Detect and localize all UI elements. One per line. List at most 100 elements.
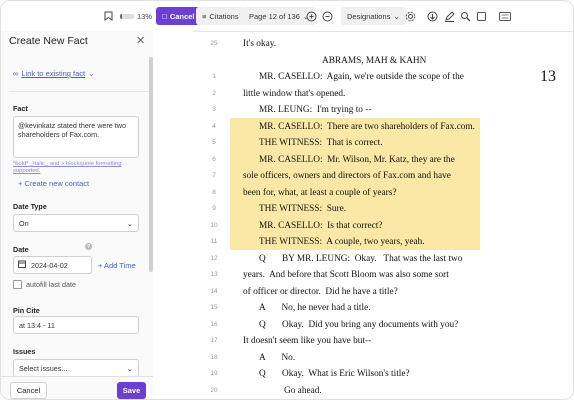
create-contact-link[interactable]: + Create new contact [18, 179, 89, 188]
keyboard-icon[interactable] [497, 8, 513, 24]
search-icon[interactable] [457, 8, 473, 24]
date-type-select[interactable]: On ⌄ [13, 214, 139, 232]
date-input[interactable]: 2024-04-02 [13, 256, 92, 274]
transcript-line[interactable]: Go ahead. [284, 386, 322, 396]
line-number: 18 [210, 353, 218, 361]
transcript-line[interactable]: been for, what, at least a couple of yea… [243, 188, 396, 198]
chevron-down-icon: ⌄ [126, 363, 133, 373]
citations-button[interactable]: ≡ Citations [196, 7, 245, 25]
line-number: 13 [210, 271, 218, 278]
transcript-line[interactable]: MR. CASELLO: Is that correct? [259, 221, 382, 231]
chevron-down-icon: ⌄ [88, 69, 95, 78]
download-icon[interactable] [424, 8, 440, 24]
transcript-line[interactable]: ABRAMS, MAH & KAHN [322, 56, 426, 66]
page-label: Page 12 of 136 [249, 11, 300, 21]
progress-label: 13% [137, 11, 153, 21]
settings-icon[interactable] [402, 8, 418, 24]
date-label: Date [13, 245, 29, 254]
top-toolbar: 13% □ Cancel ≡ Citations Page 12 of 136 … [1, 1, 573, 32]
document-gutter [153, 31, 193, 399]
line-number: 5 [212, 139, 216, 146]
issues-placeholder: Select issues... [19, 363, 68, 373]
line-number: 2 [212, 89, 216, 97]
line-number: 3 [212, 106, 216, 113]
cancel-label: Cancel [169, 11, 195, 21]
line-number: 15 [210, 304, 218, 311]
line-number: 1 [212, 73, 216, 80]
checkbox[interactable] [13, 280, 22, 289]
line-number: 6 [212, 155, 216, 163]
add-time-link[interactable]: + Add Time [98, 261, 136, 270]
line-number: 7 [212, 172, 216, 179]
line-number: 16 [210, 320, 218, 328]
link-existing-fact[interactable]: ∞ Link to existing fact ⌄ [13, 69, 94, 78]
panel-title: Create New Fact [9, 35, 88, 47]
line-number: 25 [210, 40, 218, 47]
help-icon[interactable]: ? [85, 243, 92, 250]
fact-textarea[interactable]: @kevinkatz stated there were two shareho… [13, 116, 139, 158]
transcript-line[interactable]: THE WITNESS: A couple, two years, yeah. [259, 237, 425, 247]
app-frame: 13% □ Cancel ≡ Citations Page 12 of 136 … [0, 0, 574, 400]
line-number: 10 [210, 221, 218, 229]
bookmark-icon[interactable] [100, 8, 116, 24]
transcript-line[interactable]: A No. [259, 353, 295, 363]
designations-label: Designations [347, 11, 391, 21]
calendar-icon [18, 260, 26, 270]
transcript-line[interactable]: THE WITNESS: That is correct. [259, 138, 383, 148]
transcript-line[interactable]: years. And before that Scott Bloom was a… [243, 270, 449, 280]
transcript-line[interactable]: It doesn't seem like you have but-- [243, 336, 371, 346]
citations-label: Citations [209, 11, 239, 21]
zoom-out-icon[interactable] [319, 8, 335, 24]
progress-indicator: 13% [120, 7, 152, 25]
zoom-in-icon[interactable] [303, 8, 319, 24]
create-fact-panel: Create New Fact ✕ ∞ Link to existing fac… [1, 31, 154, 399]
transcript-line[interactable]: Q BY MR. LEUNG: Okay. That was the last … [259, 254, 462, 264]
line-number: 12 [210, 254, 218, 262]
close-icon[interactable]: ✕ [136, 34, 145, 47]
cancel-designation-button[interactable]: □ Cancel [156, 7, 201, 25]
pin-cite-value: at 13:4 - 11 [19, 320, 55, 330]
date-type-value: On [19, 218, 29, 228]
transcript-line[interactable]: MR. CASELLO: There are two shareholders … [259, 122, 475, 132]
save-button[interactable]: Save [117, 382, 146, 399]
line-number: 20 [210, 386, 218, 394]
line-number: 4 [212, 122, 216, 130]
transcript-line[interactable]: MR. LEUNG: I'm trying to -- [259, 105, 371, 115]
autofill-checkbox[interactable]: autofill last date [13, 280, 76, 289]
issues-select[interactable]: Select issues... ⌄ [13, 359, 139, 377]
chevron-down-icon: ⌄ [393, 11, 400, 21]
pen-icon[interactable] [441, 8, 457, 24]
line-number: 19 [210, 370, 218, 377]
pin-cite-label: Pin Cite [13, 306, 40, 315]
designations-dropdown[interactable]: Designations ⌄ [341, 7, 406, 25]
progress-bar-fill [120, 13, 122, 19]
transcript-line[interactable]: It's okay. [243, 39, 276, 49]
chevron-down-icon: ⌄ [126, 218, 133, 228]
progress-bar [120, 13, 134, 19]
date-type-label: Date Type [13, 202, 47, 211]
date-value: 2024-04-02 [31, 260, 68, 270]
transcript-line[interactable]: Q Okay. What is Eric Wilson's title? [259, 369, 410, 379]
pin-cite-input[interactable]: at 13:4 - 11 [13, 316, 139, 334]
fact-label: Fact [13, 104, 28, 113]
transcript-line[interactable]: of officer or director. Did he have a ti… [243, 287, 398, 297]
line-number: 8 [212, 188, 216, 196]
transcript-line[interactable]: A No, he never had a title. [259, 303, 371, 313]
square-toggle-icon[interactable] [473, 8, 489, 24]
transcript-line[interactable]: MR. CASELLO: Mr. Wilson, Mr. Katz, they … [259, 155, 455, 165]
transcript-line[interactable]: sole officers, owners and directors of F… [243, 171, 451, 181]
cancel-button[interactable]: Cancel [10, 382, 47, 399]
line-number: 9 [212, 205, 216, 212]
divider [9, 91, 149, 92]
page-number: 13 [540, 68, 556, 85]
transcript-line[interactable]: little window that's opened. [243, 89, 345, 99]
cancel-icon: □ [162, 11, 167, 21]
transcript-line[interactable]: MR. CASELLO: Again, we're outside the sc… [259, 72, 464, 82]
line-number: 17 [210, 337, 218, 344]
transcript-line[interactable]: Q Okay. Did you bring any documents with… [259, 320, 458, 330]
link-existing-label: Link to existing fact [21, 69, 86, 78]
list-icon: ≡ [202, 11, 207, 21]
link-icon: ∞ [13, 69, 19, 78]
transcript-line[interactable]: THE WITNESS: Sure. [259, 204, 346, 214]
format-hint: *bold* _italic_ and > blockquote formatt… [13, 161, 122, 174]
